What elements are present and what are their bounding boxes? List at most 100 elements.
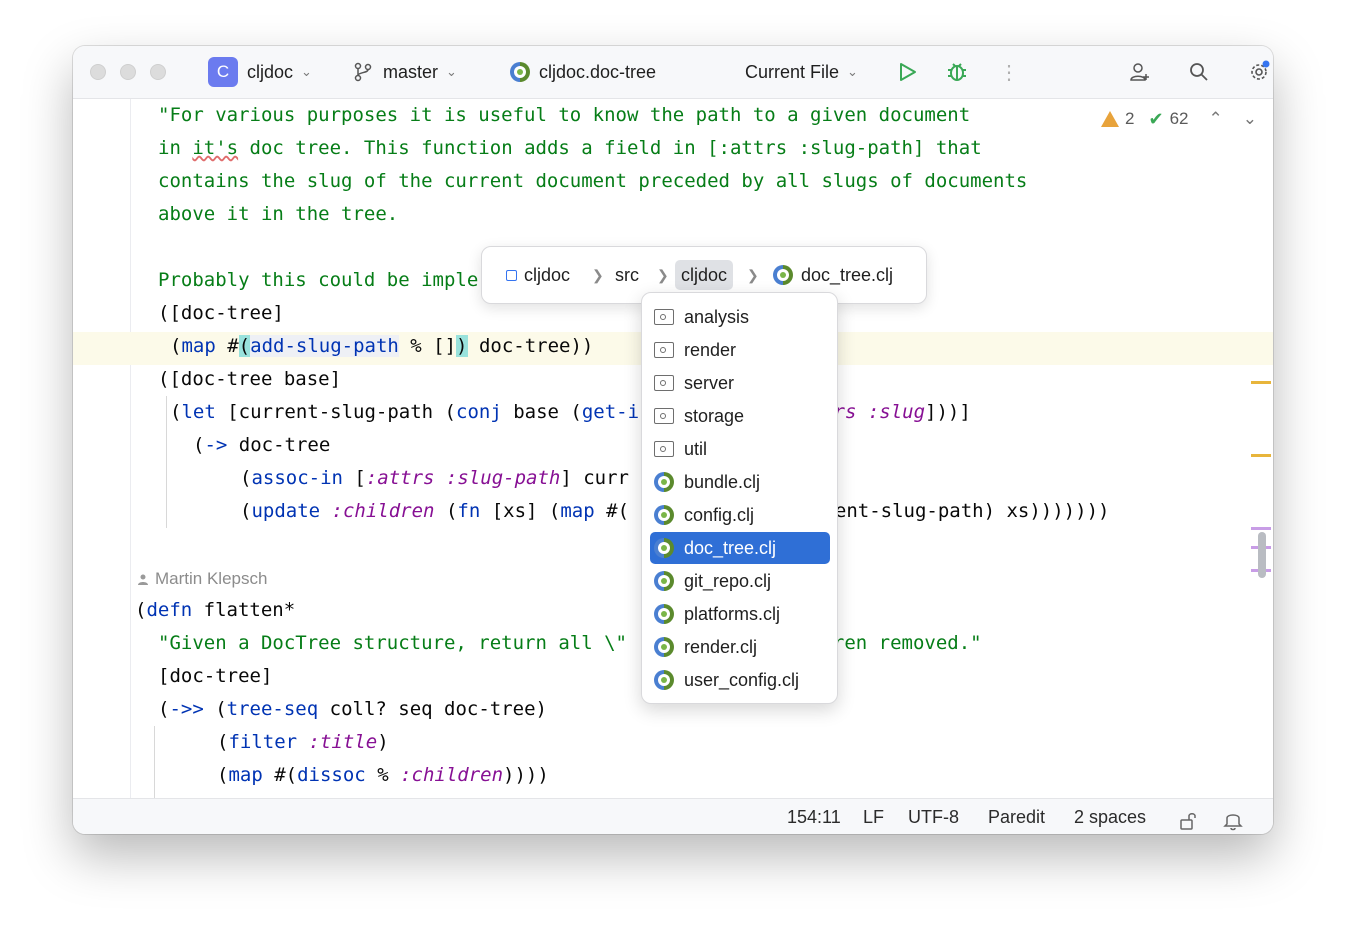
namespace-name: cljdoc.doc-tree — [539, 61, 657, 82]
editing-mode[interactable]: Paredit — [988, 799, 1045, 834]
namespace-tab[interactable]: cljdoc.doc-tree — [510, 46, 656, 98]
code-line: (defn flatten* — [135, 599, 296, 621]
dropdown-item-label: user_config.clj — [684, 669, 800, 690]
branch-selector[interactable]: master ⌄ — [352, 46, 457, 98]
clojure-file-icon — [654, 472, 674, 492]
breadcrumb-item-cljdoc[interactable]: cljdoc — [675, 260, 734, 290]
code-line: "For various purposes it is useful to kn… — [158, 104, 971, 126]
check-icon: ✔ — [1148, 108, 1164, 129]
caret-position[interactable]: 154:11 — [787, 799, 841, 834]
search-icon — [1190, 63, 1208, 81]
project-name: cljdoc — [247, 61, 294, 82]
folder-icon — [654, 342, 674, 358]
run-button[interactable] — [895, 60, 919, 84]
scrollbar-thumb[interactable] — [1258, 532, 1266, 578]
warning-marker[interactable] — [1251, 454, 1271, 457]
code-line: (map #(add-slug-path % []) doc-tree)) — [170, 335, 594, 357]
breadcrumb-label: cljdoc — [524, 264, 571, 285]
code-line: (assoc-in [:attrs :slug-path] curr — [240, 467, 629, 489]
dropdown-item[interactable]: util — [650, 433, 830, 465]
chevron-down-icon: ⌄ — [446, 64, 457, 79]
breadcrumb-label: src — [615, 264, 639, 285]
gear-icon — [1251, 60, 1270, 80]
code-line: contains the slug of the current documen… — [158, 170, 1028, 192]
run-config-label: Current File — [745, 61, 840, 82]
lock-icon[interactable] — [1178, 807, 1198, 830]
folder-icon — [654, 375, 674, 391]
author-name: Martin Klepsch — [155, 569, 268, 588]
code-line: in it's doc tree. This function adds a f… — [158, 137, 982, 159]
minimize-window-button[interactable] — [120, 64, 136, 80]
close-window-button[interactable] — [90, 64, 106, 80]
clojure-file-icon — [654, 571, 674, 591]
module-icon — [506, 269, 517, 281]
dropdown-item-label: render — [684, 339, 737, 360]
line-separator[interactable]: LF — [863, 799, 884, 834]
code-line: "Given a DocTree structure, return all \… — [158, 632, 982, 654]
project-badge: C — [208, 57, 238, 87]
breadcrumb-item-src[interactable]: src — [615, 247, 639, 303]
dropdown-item[interactable]: analysis — [650, 301, 830, 333]
dropdown-item-label: doc_tree.clj — [684, 537, 777, 558]
dropdown-item[interactable]: git_repo.clj — [650, 565, 830, 597]
check-count: 62 — [1169, 109, 1189, 128]
code-author-hint: Martin Klepsch — [136, 569, 267, 589]
indent-guide — [166, 396, 167, 528]
inspection-widget[interactable]: 2 ✔ 62 ⌃ ⌄ — [1101, 107, 1257, 131]
dropdown-item[interactable]: config.clj — [650, 499, 830, 531]
warning-icon — [1101, 111, 1120, 127]
dropdown-item-label: bundle.clj — [684, 471, 761, 492]
info-marker[interactable] — [1251, 527, 1271, 530]
folder-icon — [654, 441, 674, 457]
more-actions-icon[interactable]: ⋮ — [997, 60, 1021, 84]
bell-icon[interactable] — [1223, 807, 1243, 831]
dropdown-item-label: server — [684, 372, 735, 393]
breadcrumb-label: cljdoc — [681, 264, 728, 285]
folder-icon — [654, 408, 674, 424]
clojure-file-icon — [654, 538, 674, 558]
search-button[interactable] — [1187, 60, 1211, 84]
bug-icon — [948, 63, 966, 81]
debug-button[interactable] — [945, 60, 969, 84]
dropdown-item[interactable]: platforms.clj — [650, 598, 830, 630]
dropdown-item-label: git_repo.clj — [684, 570, 772, 591]
add-user-button[interactable] — [1128, 60, 1152, 84]
indent-guide — [154, 726, 155, 798]
code-line: (-> doc-tree — [193, 434, 331, 456]
status-bar: 154:11 LF UTF-8 Paredit 2 spaces — [73, 798, 1273, 834]
folder-icon — [654, 309, 674, 325]
code-line: (filter :title) — [217, 731, 389, 753]
play-icon — [900, 63, 916, 81]
add-user-icon — [1130, 63, 1149, 81]
dropdown-item[interactable]: user_config.clj — [650, 664, 830, 696]
code-line: [doc-tree] — [158, 665, 273, 687]
folder-contents-popup: analysis render server storage util bundle.cl… — [641, 292, 838, 704]
run-config-selector[interactable]: Current File ⌄ — [745, 46, 858, 98]
chevron-down-icon: ⌄ — [301, 64, 312, 79]
file-encoding[interactable]: UTF-8 — [908, 799, 959, 834]
project-selector[interactable]: C cljdoc ⌄ — [208, 46, 312, 98]
chevron-down-icon[interactable]: ⌄ — [1243, 109, 1257, 129]
chevron-down-icon: ⌄ — [847, 64, 858, 79]
code-line: (map #(dissoc % :children)))) — [217, 764, 549, 786]
chevron-up-icon[interactable]: ⌃ — [1209, 109, 1223, 129]
indent-setting[interactable]: 2 spaces — [1074, 799, 1146, 834]
clojure-file-icon — [654, 505, 674, 525]
branch-icon — [354, 62, 372, 82]
warning-marker[interactable] — [1251, 381, 1271, 384]
clojure-file-icon — [654, 637, 674, 657]
dropdown-item[interactable]: bundle.clj — [650, 466, 830, 498]
settings-button[interactable] — [1247, 60, 1271, 84]
dropdown-item[interactable]: storage — [650, 400, 830, 432]
dropdown-item-label: platforms.clj — [684, 603, 781, 624]
title-bar: C cljdoc ⌄ master ⌄ cljdoc.doc-tree Curr… — [73, 46, 1273, 99]
code-line: (let [current-slug-path (conj base (get-… — [170, 401, 971, 423]
dropdown-item[interactable]: render.clj — [650, 631, 830, 663]
warning-count: 2 — [1125, 109, 1135, 128]
dropdown-item[interactable]: render — [650, 334, 830, 366]
breadcrumb-item-project[interactable]: cljdoc — [506, 247, 570, 303]
zoom-window-button[interactable] — [150, 64, 166, 80]
dropdown-item[interactable]: doc_tree.clj — [650, 532, 830, 564]
dropdown-item-label: analysis — [684, 306, 750, 327]
dropdown-item[interactable]: server — [650, 367, 830, 399]
